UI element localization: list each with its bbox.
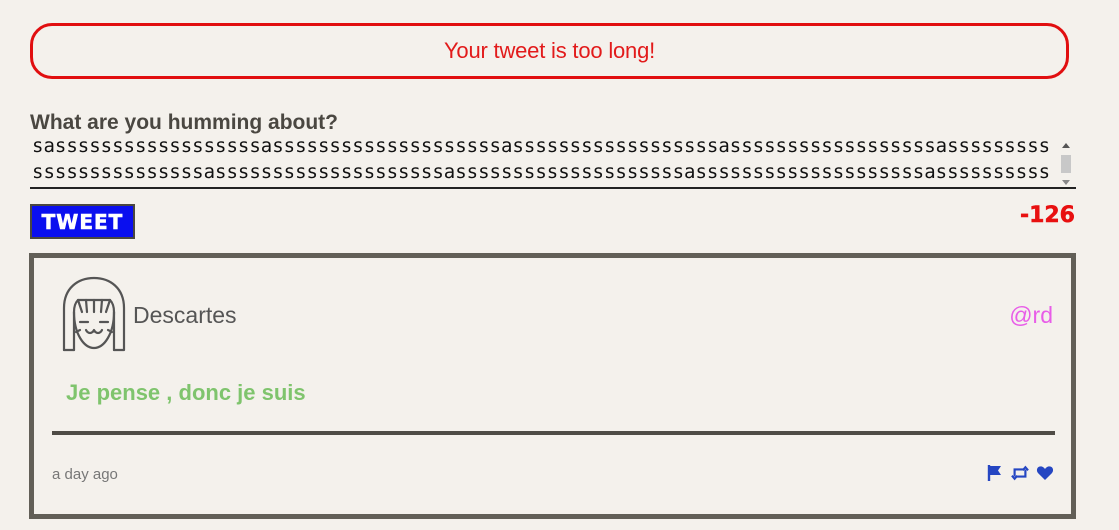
- tweet-button[interactable]: TWEET: [30, 204, 135, 239]
- tweet-actions: [986, 464, 1054, 482]
- character-counter: -126: [1019, 203, 1076, 229]
- compose-label: What are you humming about?: [30, 111, 338, 134]
- textarea-scrollbar[interactable]: [1060, 141, 1072, 185]
- scroll-down-arrow-icon[interactable]: [1062, 180, 1070, 185]
- error-alert: Your tweet is too long!: [30, 23, 1069, 79]
- flag-icon[interactable]: [986, 464, 1004, 482]
- scrollbar-thumb[interactable]: [1061, 155, 1071, 173]
- scroll-up-arrow-icon[interactable]: [1062, 143, 1070, 148]
- error-message: Your tweet is too long!: [443, 38, 656, 63]
- heart-icon[interactable]: [1036, 464, 1054, 482]
- author-name: Descartes: [133, 302, 237, 328]
- tweet-timestamp: a day ago: [52, 466, 118, 483]
- avatar-icon: [62, 276, 126, 352]
- author-handle[interactable]: @rd: [1009, 302, 1053, 329]
- tweet-textarea-value[interactable]: sassssssssssssssssssasssssssssssssssssss…: [32, 133, 1052, 187]
- tweet-card: Descartes @rd Je pense , donc je suis a …: [29, 253, 1076, 519]
- tweet-content: Je pense , donc je suis: [66, 380, 306, 405]
- page: Your tweet is too long! What are you hum…: [0, 0, 1119, 530]
- tweet-textarea[interactable]: sassssssssssssssssssasssssssssssssssssss…: [30, 133, 1076, 189]
- divider: [52, 431, 1055, 435]
- retweet-icon[interactable]: [1011, 464, 1029, 482]
